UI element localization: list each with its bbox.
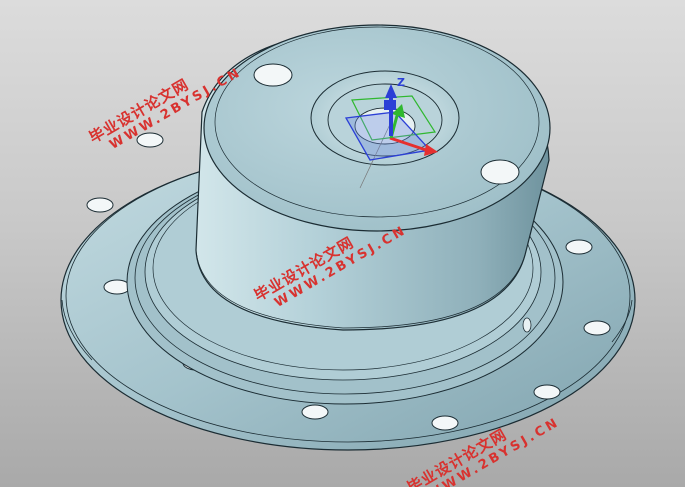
- top-hole: [480, 159, 520, 185]
- bolt-hole: [533, 384, 561, 400]
- bolt-hole: [136, 132, 164, 148]
- cad-viewport[interactable]: Z 毕业设计论文网 WWW.2BYSJ.CN 毕业设计论文网 WWW.2BYSJ…: [0, 0, 685, 487]
- flange-housing-model[interactable]: Z: [0, 0, 685, 487]
- bolt-hole: [103, 279, 131, 295]
- top-hole: [253, 63, 293, 87]
- triad-z-label: Z: [397, 76, 405, 89]
- bolt-hole: [431, 415, 459, 431]
- bolt-hole: [86, 197, 114, 213]
- bolt-hole: [565, 239, 593, 255]
- bolt-hole: [301, 404, 329, 420]
- bolt-hole: [583, 320, 611, 336]
